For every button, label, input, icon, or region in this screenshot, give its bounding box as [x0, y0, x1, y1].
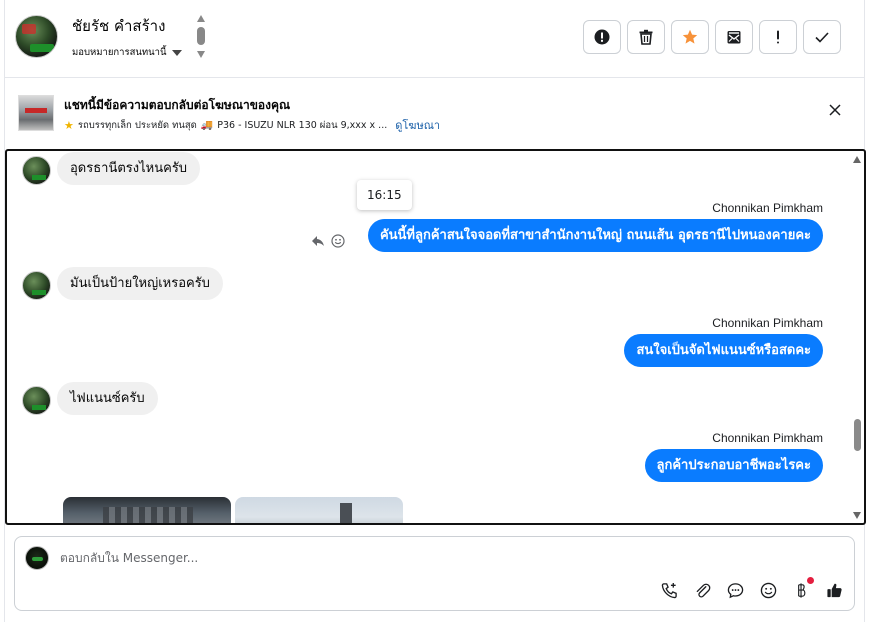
assign-conversation-dropdown[interactable]: มอบหมายการสนทนานี้: [72, 45, 182, 60]
scroll-down-icon[interactable]: [853, 512, 861, 519]
phone-add-icon: [661, 582, 677, 599]
message-tools: [311, 234, 345, 248]
view-ad-link[interactable]: ดูโฆษณา: [395, 116, 440, 134]
close-icon[interactable]: [828, 103, 842, 117]
caret-down-icon: [171, 49, 182, 56]
ad-reply-banner: แชทนี้มีข้อความตอบกลับต่อโฆษณาของคุณ ★ ร…: [5, 79, 864, 147]
notification-dot: [807, 577, 814, 584]
photo-attachment[interactable]: [235, 497, 403, 523]
assign-label: มอบหมายการสนทนานี้: [72, 47, 167, 58]
alert-circle-icon: [594, 29, 610, 45]
exclamation-icon: [777, 30, 779, 44]
star-emoji-icon: ★: [64, 118, 74, 132]
timestamp-tooltip: 16:15: [357, 180, 412, 210]
ad-description-text: รถบรรทุกเล็ก ประหยัด ทนสุด: [77, 119, 197, 131]
check-icon: [815, 32, 829, 43]
like-button[interactable]: [825, 581, 844, 600]
scroll-up-icon[interactable]: [853, 156, 861, 163]
done-button[interactable]: [803, 20, 841, 54]
contact-avatar[interactable]: [15, 15, 58, 58]
reply-input[interactable]: [60, 551, 660, 565]
call-button[interactable]: [660, 581, 679, 600]
scroll-down-icon[interactable]: [197, 51, 205, 58]
thumbs-up-icon: [827, 583, 842, 598]
ad-description-text-2: P36 - ISUZU NLR 130 ผ่อน 9,xxx x ...: [217, 119, 388, 131]
photo-attachment[interactable]: [63, 497, 231, 523]
ad-thumbnail[interactable]: [18, 95, 54, 131]
reply-icon[interactable]: [311, 234, 325, 248]
outgoing-message[interactable]: ลูกค้าประกอบอาชีพอะไรคะ: [644, 449, 823, 482]
contact-name[interactable]: ชัยรัช คำสร้าง: [72, 14, 165, 38]
incoming-message[interactable]: มันเป็นป้ายใหญ่เหรอครับ: [57, 267, 223, 300]
delete-button[interactable]: [627, 20, 665, 54]
messenger-inbox-panel: ชัยรัช คำสร้าง มอบหมายการสนทนานี้ แชทนี้…: [4, 0, 866, 622]
sender-name: Chonnikan Pimkham: [712, 201, 823, 215]
mark-unread-button[interactable]: [715, 20, 753, 54]
report-button[interactable]: [583, 20, 621, 54]
incoming-message[interactable]: อุดรธานีตรงไหนครับ: [57, 152, 201, 185]
message-thread[interactable]: อุดรธานีตรงไหนครับ 16:15 Chonnikan Pimkh…: [5, 149, 866, 525]
reply-composer: [14, 536, 855, 611]
header-scroller[interactable]: [195, 15, 207, 61]
outgoing-message[interactable]: คันนี้ที่ลูกค้าสนใจจอดที่สาขาสำนักงานใหญ…: [367, 219, 823, 252]
outgoing-message[interactable]: สนใจเป็นจัดไฟแนนซ์หรือสดคะ: [624, 334, 823, 367]
sender-name: Chonnikan Pimkham: [712, 316, 823, 330]
attach-button[interactable]: [693, 581, 712, 600]
conversation-header: ชัยรัช คำสร้าง มอบหมายการสนทนานี้: [5, 0, 864, 78]
ad-description: ★ รถบรรทุกเล็ก ประหยัด ทนสุด 🚚 P36 - ISU…: [64, 116, 440, 134]
scroll-thumb[interactable]: [197, 27, 205, 45]
incoming-message[interactable]: ไฟแนนซ์ครับ: [57, 382, 158, 415]
sender-name: Chonnikan Pimkham: [712, 431, 823, 445]
header-actions: [583, 20, 841, 54]
star-icon: [682, 29, 698, 44]
star-button[interactable]: [671, 20, 709, 54]
composer-tools: [660, 577, 844, 600]
page-avatar: [25, 546, 49, 570]
chat-bubble-icon: [727, 583, 744, 599]
spam-button[interactable]: [759, 20, 797, 54]
thread-scrollbar[interactable]: [851, 151, 863, 523]
truck-emoji-icon: 🚚: [200, 119, 214, 131]
scroll-up-icon[interactable]: [197, 15, 205, 22]
react-emoji-icon[interactable]: [331, 234, 345, 248]
contact-avatar-small: [22, 386, 51, 415]
scroll-thumb[interactable]: [854, 419, 861, 451]
ad-banner-title: แชทนี้มีข้อความตอบกลับต่อโฆษณาของคุณ: [64, 98, 291, 112]
emoji-icon: [760, 582, 777, 599]
saved-replies-button[interactable]: [726, 581, 745, 600]
trash-icon: [639, 29, 653, 45]
envelope-icon: [727, 31, 741, 44]
paperclip-icon: [696, 583, 711, 598]
contact-avatar-small: [22, 156, 51, 185]
baht-icon: [798, 583, 806, 598]
payment-button[interactable]: [792, 577, 814, 600]
contact-avatar-small: [22, 271, 51, 300]
emoji-button[interactable]: [759, 581, 778, 600]
